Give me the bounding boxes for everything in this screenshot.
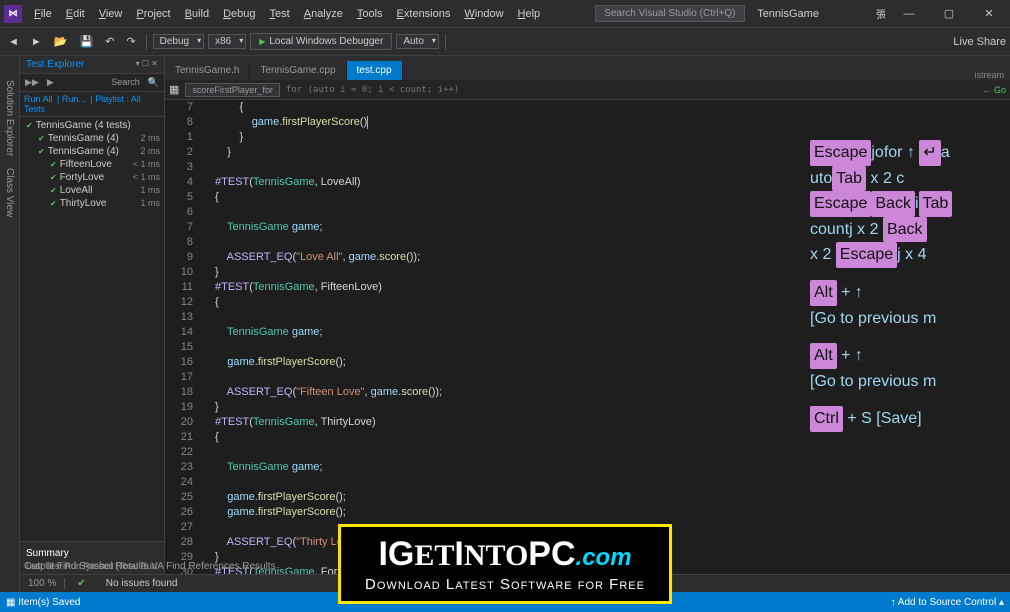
minimize-icon[interactable]: — xyxy=(892,3,926,25)
issues-label: No issues found xyxy=(98,578,186,589)
test-explorer-title: Test Explorer xyxy=(26,59,84,70)
menu-extensions[interactable]: Extensions xyxy=(391,6,457,22)
nav-fwd-icon[interactable]: ► xyxy=(27,34,46,50)
check-icon: ✔ xyxy=(69,578,93,589)
key-hint-overlay: Escapejofor ↑ ↵autoTab x 2 cEscapeBackiT… xyxy=(810,140,990,444)
test-node[interactable]: ✔LoveAll1 ms xyxy=(22,184,162,197)
user-label[interactable]: 張 xyxy=(876,6,886,21)
editor-tab[interactable]: test.cpp xyxy=(347,61,403,80)
config-dropdown[interactable]: Debug xyxy=(153,34,204,49)
side-tab-solution-explorer[interactable]: Solution Explorer xyxy=(2,76,17,160)
output-tabs[interactable]: 100 % ✔ No issues found xyxy=(20,574,1010,592)
zoom-level[interactable]: 100 % xyxy=(20,578,65,589)
editor-tabstrip: TennisGame.hTennisGame.cpptest.cpp istrea… xyxy=(165,56,1010,80)
close-icon[interactable]: ✕ xyxy=(972,3,1006,25)
save-icon[interactable]: 💾 xyxy=(75,33,97,50)
platform-dropdown[interactable]: x86 xyxy=(208,34,246,49)
menu-project[interactable]: Project xyxy=(130,6,176,22)
side-tab-class-view[interactable]: Class View xyxy=(2,164,17,221)
nav-back-icon[interactable]: ◄ xyxy=(4,34,23,50)
search-icon[interactable]: 🔍 xyxy=(145,76,162,89)
menu-tools[interactable]: Tools xyxy=(351,6,389,22)
test-tree[interactable]: ✔TennisGame (4 tests)✔TennisGame (4)2 ms… xyxy=(20,117,164,541)
menu-file[interactable]: File xyxy=(28,6,58,22)
test-node[interactable]: ✔FifteenLove< 1 ms xyxy=(22,158,162,171)
nav-go-button[interactable]: ← Go xyxy=(982,85,1006,95)
menu-window[interactable]: Window xyxy=(458,6,509,22)
nav-hint: for (auto i = 0; i < count; i++) xyxy=(286,85,459,95)
test-node[interactable]: ✔FortyLove< 1 ms xyxy=(22,171,162,184)
nav-scope-icon[interactable]: ▦ xyxy=(169,83,179,96)
run-icon[interactable]: ▶ xyxy=(44,76,57,89)
menu-edit[interactable]: Edit xyxy=(60,6,91,22)
editor-tab[interactable]: TennisGame.h xyxy=(165,61,250,80)
test-filter-bar[interactable]: Run All | Run... | Playlist : All Tests xyxy=(20,92,164,117)
open-icon[interactable]: 📂 xyxy=(50,33,72,50)
status-bar: ▦ Item(s) Saved ↑ Add to Source Control … xyxy=(0,592,1010,612)
editor-navbar: ▦ scoreFirstPlayer_for for (auto i = 0; … xyxy=(165,80,1010,100)
editor-right-label: istream xyxy=(974,70,1010,80)
liveshare-button[interactable]: Live Share xyxy=(953,36,1006,48)
main-menu: FileEditViewProjectBuildDebugTestAnalyze… xyxy=(28,6,546,22)
maximize-icon[interactable]: ▢ xyxy=(932,3,966,25)
test-explorer-panel: Test Explorer ▾ ☐ ✕ ▶▶ ▶ Search 🔍 Run Al… xyxy=(20,56,165,592)
undo-icon[interactable]: ↶ xyxy=(101,33,118,50)
test-node[interactable]: ✔TennisGame (4 tests) xyxy=(22,119,162,132)
title-bar: ⋈ FileEditViewProjectBuildDebugTestAnaly… xyxy=(0,0,1010,28)
menu-view[interactable]: View xyxy=(93,6,129,22)
auto-dropdown[interactable]: Auto xyxy=(396,34,439,49)
menu-help[interactable]: Help xyxy=(512,6,547,22)
menu-test[interactable]: Test xyxy=(264,6,296,22)
editor-tab[interactable]: TennisGame.cpp xyxy=(250,61,346,80)
menu-debug[interactable]: Debug xyxy=(217,6,261,22)
test-node[interactable]: ✔TennisGame (4)2 ms xyxy=(22,132,162,145)
menu-analyze[interactable]: Analyze xyxy=(298,6,349,22)
summary-title: Summary xyxy=(26,548,158,559)
vs-logo-icon: ⋈ xyxy=(4,5,22,23)
solution-name: TennisGame xyxy=(749,8,827,20)
panel-controls[interactable]: ▾ ☐ ✕ xyxy=(136,59,158,70)
search-tests-input[interactable]: Search xyxy=(108,76,143,89)
run-all-icon[interactable]: ▶▶ xyxy=(22,76,42,89)
search-input[interactable]: Search Visual Studio (Ctrl+Q) xyxy=(595,5,745,22)
test-node[interactable]: ✔TennisGame (4)2 ms xyxy=(22,145,162,158)
start-debug-button[interactable]: ▶Local Windows Debugger xyxy=(250,33,392,50)
status-left: ▦ Item(s) Saved xyxy=(6,597,80,608)
bottom-tab-row[interactable]: Output Find Symbol Results VA Find Refer… xyxy=(20,559,280,574)
left-tool-strip: Solution Explorer Class View xyxy=(0,56,20,592)
source-control-button[interactable]: ↑ Add to Source Control ▴ xyxy=(891,597,1004,608)
test-node[interactable]: ✔ThirtyLove1 ms xyxy=(22,197,162,210)
redo-icon[interactable]: ↷ xyxy=(122,33,139,50)
toolbar: ◄ ► 📂 💾 ↶ ↷ Debug x86 ▶Local Windows Deb… xyxy=(0,28,1010,56)
menu-build[interactable]: Build xyxy=(179,6,215,22)
nav-scope-dropdown[interactable]: scoreFirstPlayer_for xyxy=(185,83,280,97)
